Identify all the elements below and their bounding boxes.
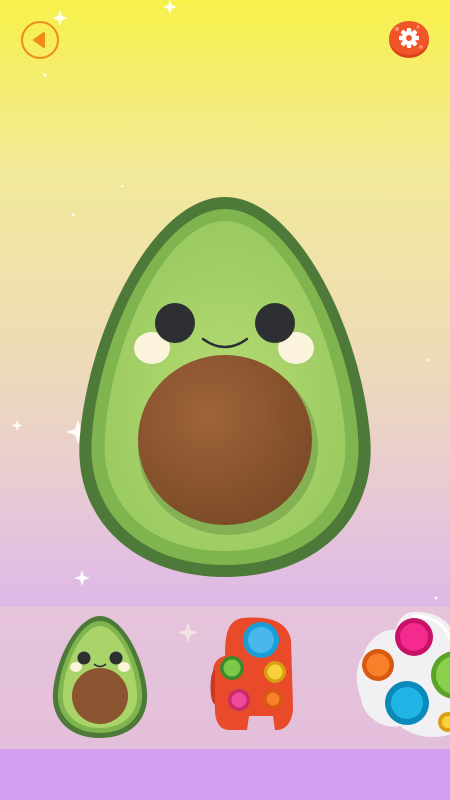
- avocado-icon[interactable]: [50, 612, 150, 742]
- gear-icon: [389, 21, 429, 58]
- tray-bottom-bar: [0, 749, 450, 800]
- back-arrow-icon: [33, 32, 45, 48]
- avocado-squishy[interactable]: [60, 185, 390, 585]
- pop-it-flower-icon[interactable]: [355, 608, 450, 742]
- pop-it-crewmate-icon[interactable]: [205, 612, 305, 737]
- settings-button[interactable]: [388, 19, 430, 59]
- back-button[interactable]: [21, 21, 59, 59]
